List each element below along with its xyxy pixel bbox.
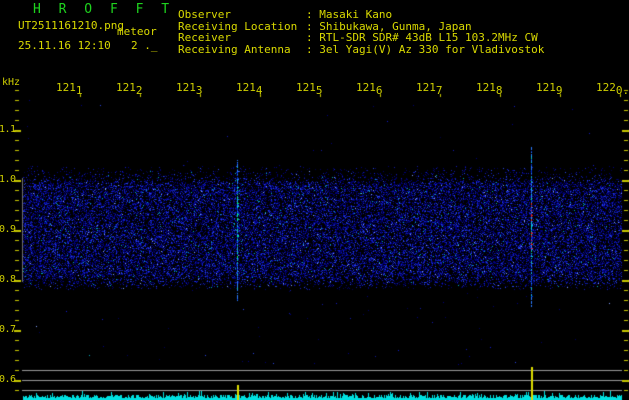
freq-tick-label: 1.0 [0, 174, 16, 185]
output-filename: UT2511161210.png [18, 19, 124, 32]
time-tick-label: 1213 [176, 81, 203, 97]
freq-tick-label: 0.6 [0, 374, 16, 385]
freq-unit-label: kHz [2, 77, 21, 88]
header-field-row: Receiving Antenna: 3el Yagi(V) Az 330 fo… [178, 40, 544, 56]
time-tick-label: 1219 [536, 81, 563, 97]
header-field-label: Receiving Antenna [178, 42, 291, 56]
time-tick-label: 1218 [476, 81, 503, 97]
hrofft-output-image: H R O F F T UT2511161210.png meteor 25.1… [0, 0, 629, 400]
freq-tick-label: 0.8 [0, 274, 16, 285]
time-tick-label: 1220. [596, 81, 629, 97]
time-tick-label: 1211 [56, 81, 83, 97]
header-field-colon: : [306, 42, 320, 56]
freq-tick-label: 0.7 [0, 324, 16, 335]
time-tick-label: 1217 [416, 81, 443, 97]
freq-tick-label: 0.9 [0, 224, 16, 235]
echo-counter: 2 ._ [131, 39, 158, 52]
header-field-value: 3el Yagi(V) Az 330 for Vladivostok [319, 42, 545, 56]
time-tick-label: 1212 [116, 81, 143, 97]
app-title: H R O F F T [33, 2, 175, 17]
time-tick-label: 1215 [296, 81, 323, 97]
observation-name: meteor [117, 25, 157, 38]
time-tick-label: 1216 [356, 81, 383, 97]
freq-tick-label: 1.1 [0, 124, 16, 135]
date-time-label: 25.11.16 12:10 [18, 39, 111, 52]
time-tick-label: 1214 [236, 81, 263, 97]
spectrogram-canvas [0, 0, 629, 400]
